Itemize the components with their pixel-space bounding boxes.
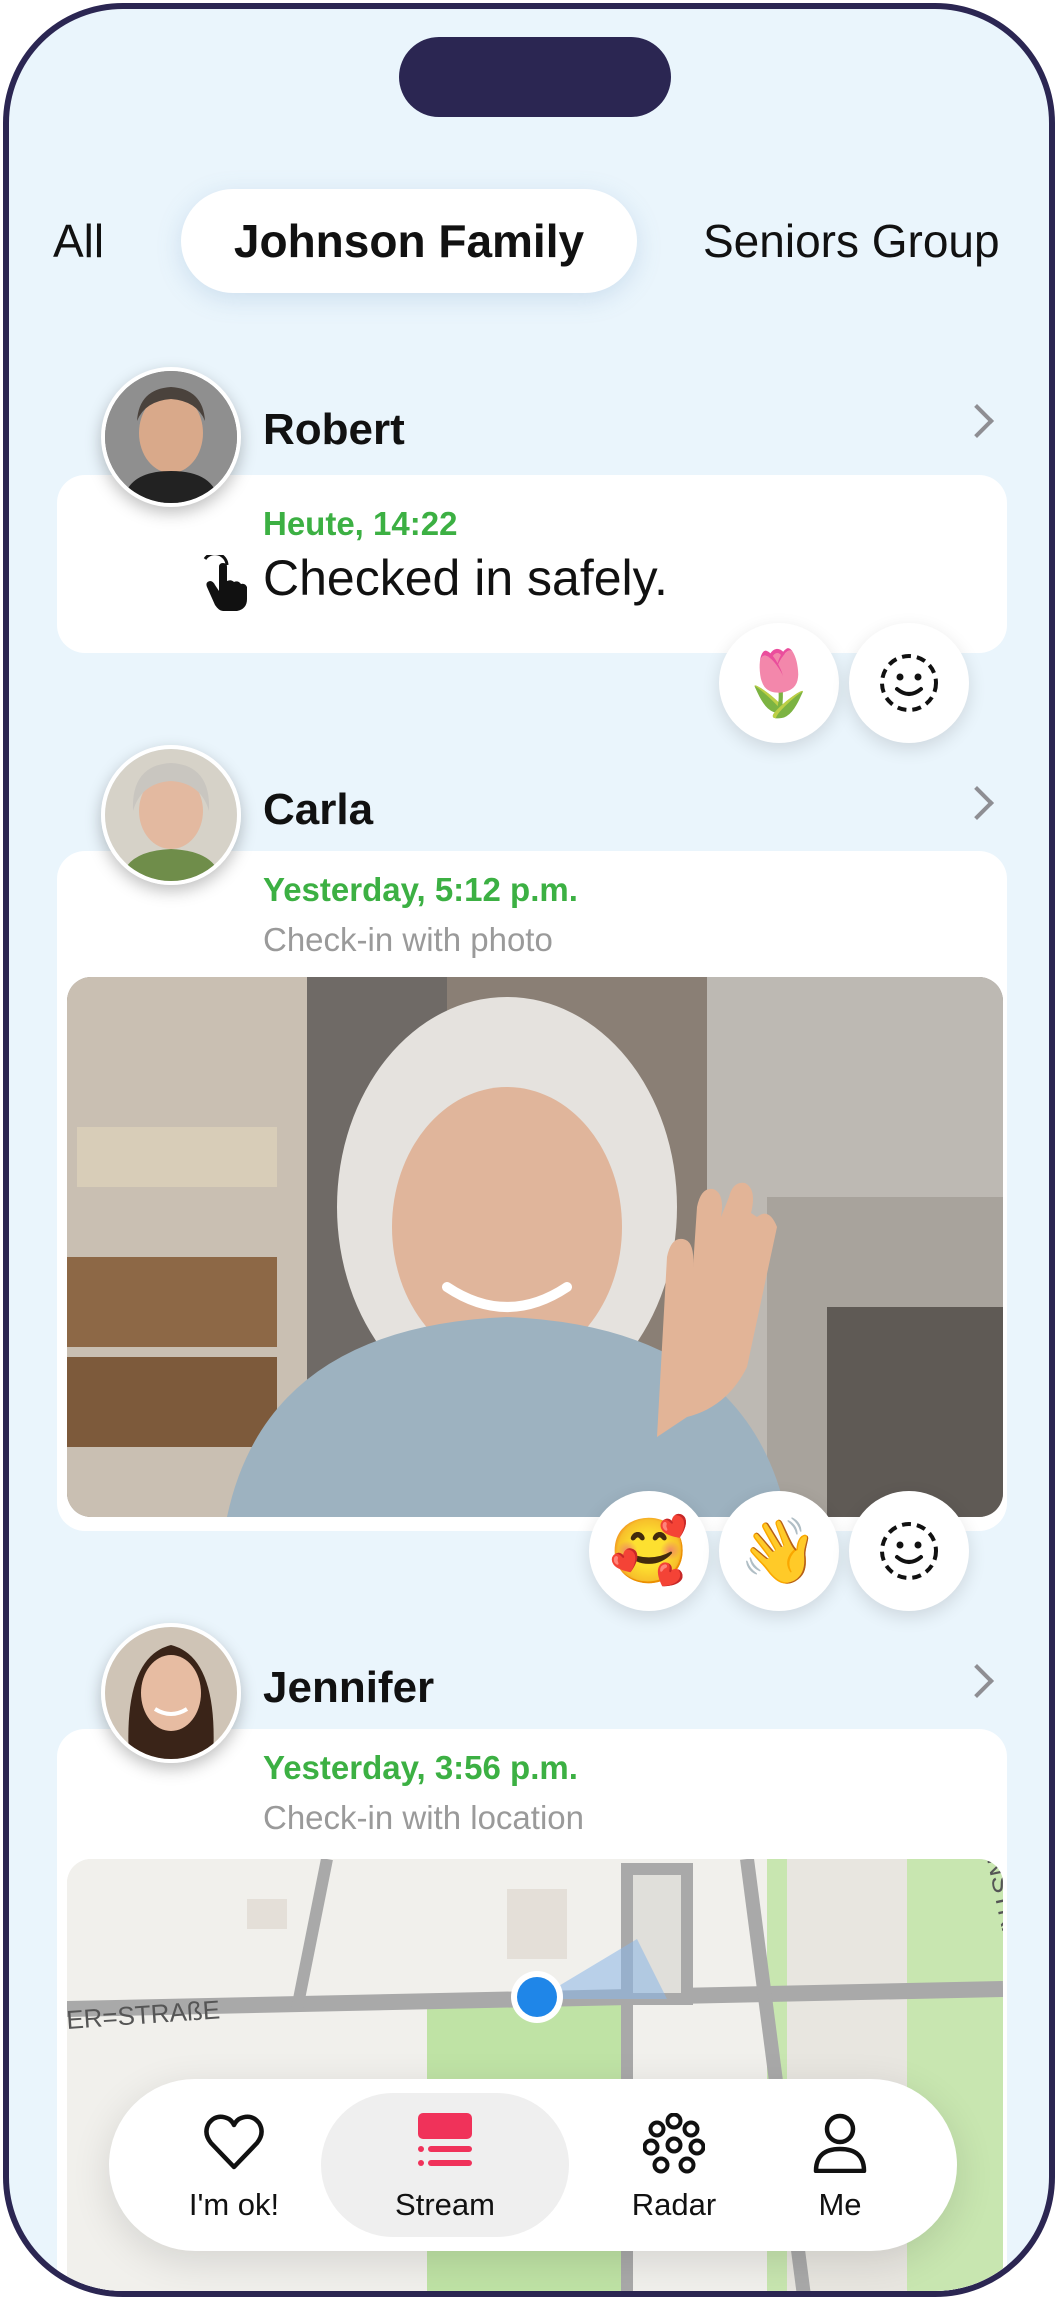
robert-time: Heute, 14:22 xyxy=(263,505,458,542)
carla-time: Yesterday, 5:12 p.m. xyxy=(263,871,578,908)
nav-me-label: Me xyxy=(818,2187,862,2222)
add-reaction-icon xyxy=(880,1522,938,1580)
robert-name: Robert xyxy=(263,405,405,454)
nav-stream-label: Stream xyxy=(395,2187,495,2222)
tab-johnson-family[interactable]: Johnson Family xyxy=(181,189,637,293)
robert-avatar[interactable] xyxy=(101,367,241,507)
nav-stream[interactable]: Stream xyxy=(321,2079,569,2251)
group-tabs: All Johnson Family Seniors Group xyxy=(9,189,1049,299)
person-icon xyxy=(813,2113,867,2174)
tap-hand-icon xyxy=(197,552,251,618)
carla-subtitle: Check-in with photo xyxy=(263,921,553,958)
add-reaction-icon xyxy=(880,654,938,712)
nav-me[interactable]: Me xyxy=(785,2079,895,2251)
phone-frame: All Johnson Family Seniors Group Robert … xyxy=(3,3,1055,2297)
chevron-right-icon[interactable] xyxy=(960,404,994,438)
chevron-right-icon[interactable] xyxy=(960,786,994,820)
reaction-smiling-hearts[interactable]: 🥰 xyxy=(589,1491,709,1611)
nav-im-ok-label: I'm ok! xyxy=(188,2187,280,2222)
tab-all[interactable]: All xyxy=(53,189,104,293)
radar-icon xyxy=(642,2112,706,2174)
carla-avatar[interactable] xyxy=(101,745,241,885)
jennifer-avatar[interactable] xyxy=(101,1623,241,1763)
add-reaction-button[interactable] xyxy=(849,1491,969,1611)
stream-icon xyxy=(418,2113,472,2166)
jennifer-time: Yesterday, 3:56 p.m. xyxy=(263,1749,578,1786)
heart-icon xyxy=(204,2114,264,2170)
robert-message: Checked in safely. xyxy=(263,550,668,606)
chevron-right-icon[interactable] xyxy=(960,1664,994,1698)
reaction-waving-hand[interactable]: 👋 xyxy=(719,1491,839,1611)
nav-radar-label: Radar xyxy=(631,2187,717,2222)
carla-name: Carla xyxy=(263,785,374,834)
jennifer-subtitle: Check-in with location xyxy=(263,1799,584,1836)
nav-radar[interactable]: Radar xyxy=(609,2079,739,2251)
reaction-tulip[interactable]: 🌷 xyxy=(719,623,839,743)
add-reaction-button[interactable] xyxy=(849,623,969,743)
bottom-navigation: I'm ok! Stream Radar Me xyxy=(109,2079,957,2251)
dynamic-island xyxy=(399,37,671,117)
nav-im-ok[interactable]: I'm ok! xyxy=(169,2079,299,2251)
tab-seniors-group[interactable]: Seniors Group xyxy=(703,189,1000,293)
jennifer-name: Jennifer xyxy=(263,1663,435,1712)
carla-checkin-photo[interactable] xyxy=(67,977,1003,1517)
